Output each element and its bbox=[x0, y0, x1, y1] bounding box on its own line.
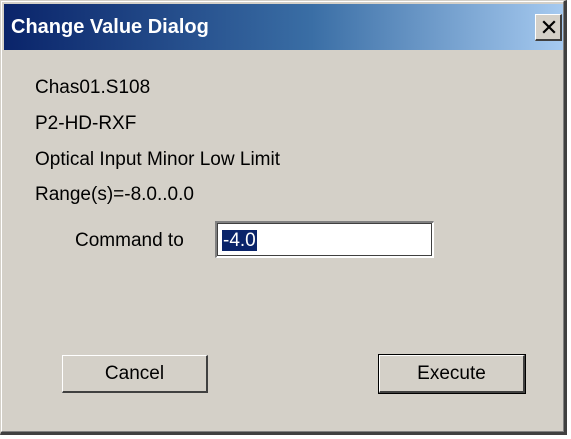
close-button[interactable] bbox=[535, 14, 562, 41]
module-name-label: P2-HD-RXF bbox=[35, 113, 137, 134]
chassis-slot-label: Chas01.S108 bbox=[35, 77, 151, 98]
cancel-button[interactable]: Cancel bbox=[62, 355, 208, 393]
execute-button[interactable]: Execute bbox=[378, 354, 526, 394]
command-value-selected-text: -4.0 bbox=[222, 230, 257, 251]
parameter-name-label: Optical Input Minor Low Limit bbox=[35, 149, 280, 170]
command-to-label: Command to bbox=[75, 230, 184, 251]
close-icon bbox=[542, 20, 556, 34]
dialog-window: Change Value Dialog Chas01.S108 P2-HD-RX… bbox=[0, 0, 567, 435]
dialog-title: Change Value Dialog bbox=[11, 16, 209, 38]
command-value-input[interactable]: -4.0 bbox=[215, 221, 434, 258]
range-label: Range(s)=-8.0..0.0 bbox=[35, 184, 194, 205]
title-bar[interactable]: Change Value Dialog bbox=[4, 4, 563, 50]
